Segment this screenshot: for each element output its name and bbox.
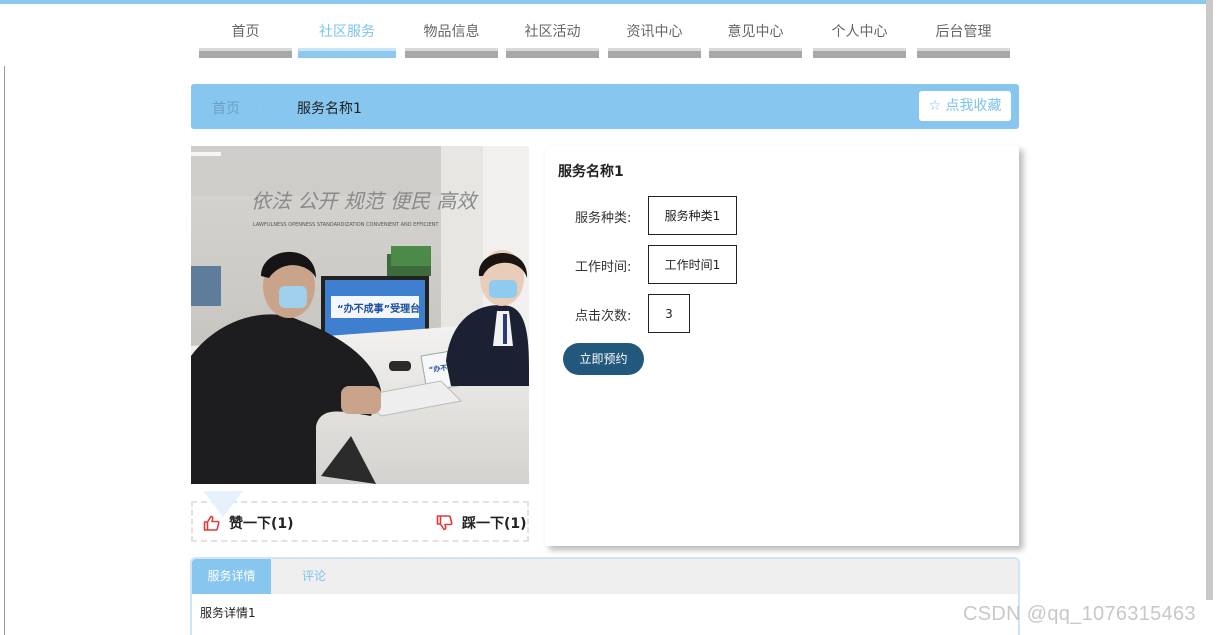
service-detail-content: 服务详情1 (200, 606, 256, 620)
nav-item-label: 社区服务 (319, 24, 375, 40)
nav-item-community-activity[interactable]: 社区活动 (506, 18, 599, 58)
nav-item-underline (813, 48, 906, 58)
dislike-button[interactable]: 踩一下(1) (436, 514, 527, 532)
thumbs-up-icon (203, 515, 220, 531)
click-count-value: 3 (648, 294, 690, 333)
tab-comments[interactable]: 评论 (294, 559, 334, 594)
nav-item-label: 资讯中心 (626, 24, 683, 40)
photo-wall-slogan-en: LAWFULNESS OPENNESS STANDARDIZATION CONV… (253, 222, 439, 228)
detail-tabs: 服务详情 评论 (192, 559, 1018, 594)
detail-panel: 服务详情 评论 服务详情1 (190, 557, 1020, 635)
work-time-value: 工作时间1 (648, 245, 737, 284)
nav-item-underline (709, 48, 802, 58)
nav-item-label: 后台管理 (935, 24, 992, 40)
photo-wall-slogan: 依法 公开 规范 便民 高效 (251, 189, 479, 213)
breadcrumb: 首页 / 服务名称1 ☆ 点我收藏 (191, 84, 1019, 129)
vote-bar: 赞一下(1) 踩一下(1) (191, 491, 529, 542)
nav-item-feedback-center[interactable]: 意见中心 (709, 18, 802, 58)
breadcrumb-current: 服务名称1 (297, 101, 362, 117)
nav-item-personal-center[interactable]: 个人中心 (813, 18, 906, 58)
nav-item-label: 物品信息 (423, 24, 480, 40)
service-photo-image: 依法 公开 规范 便民 高效 LAWFULNESS OPENNESS STAND… (191, 146, 529, 484)
click-count-label: 点击次数: (575, 309, 632, 324)
nav-item-goods-info[interactable]: 物品信息 (405, 18, 498, 58)
nav-item-news-center[interactable]: 资讯中心 (608, 18, 701, 58)
nav-item-admin[interactable]: 后台管理 (917, 18, 1010, 58)
breadcrumb-separator: / (259, 98, 264, 113)
top-accent-bar (0, 0, 1206, 4)
service-type-label: 服务种类: (575, 211, 632, 226)
book-now-button[interactable]: 立即预约 (563, 343, 644, 375)
nav-item-label: 首页 (231, 24, 260, 40)
nav-item-underline (917, 48, 1010, 58)
dislike-count-label: 踩一下(1) (462, 516, 527, 532)
nav-item-label: 意见中心 (727, 24, 784, 40)
left-border-line (4, 66, 5, 635)
service-photo: 依法 公开 规范 便民 高效 LAWFULNESS OPENNESS STAND… (191, 146, 529, 484)
service-type-value: 服务种类1 (648, 196, 737, 235)
scrollbar-track[interactable] (1206, 0, 1213, 600)
nav-item-underline (298, 48, 396, 58)
nav-item-label: 社区活动 (524, 24, 581, 40)
csdn-watermark: CSDN @qq_1076315463 (963, 603, 1196, 625)
nav-item-home[interactable]: 首页 (199, 18, 292, 58)
nav-item-underline (506, 48, 599, 58)
photo-screen-text: “办不成事”受理台 (337, 302, 420, 315)
nav-item-underline (405, 48, 498, 58)
like-count-label: 赞一下(1) (229, 516, 294, 532)
thumbs-down-icon (436, 515, 453, 531)
scrollbar[interactable] (1206, 0, 1231, 635)
nav-item-label: 个人中心 (831, 24, 888, 40)
favorite-button[interactable]: ☆ 点我收藏 (919, 91, 1011, 121)
breadcrumb-home-link[interactable]: 首页 (212, 98, 240, 118)
nav-item-underline (199, 48, 292, 58)
like-button[interactable]: 赞一下(1) (203, 514, 294, 532)
tab-service-detail[interactable]: 服务详情 (192, 559, 271, 594)
nav-item-underline (608, 48, 701, 58)
work-time-label: 工作时间: (575, 260, 632, 275)
nav-item-community-service[interactable]: 社区服务 (298, 18, 396, 58)
service-name-title: 服务名称1 (558, 164, 624, 180)
service-info-card: 服务名称1 服务种类: 服务种类1 工作时间: 工作时间1 点击次数: 3 立即… (545, 146, 1019, 546)
